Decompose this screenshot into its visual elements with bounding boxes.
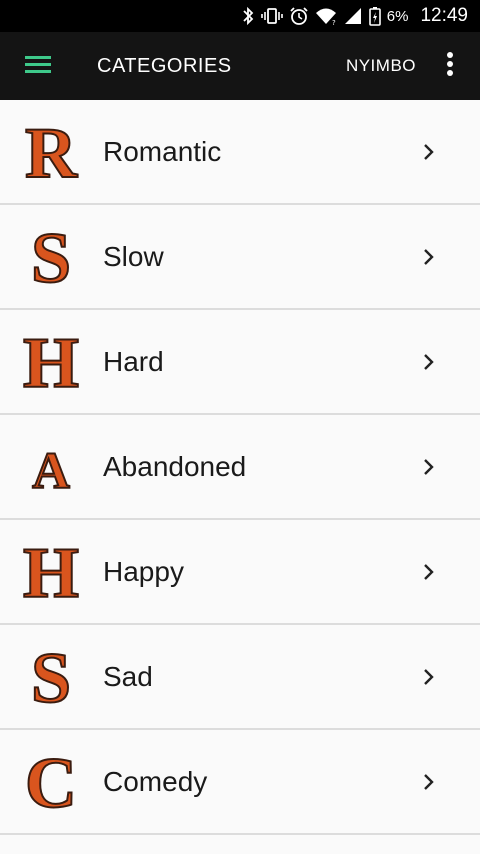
battery-charging-icon — [368, 6, 381, 26]
category-label: Sad — [103, 660, 153, 692]
signal-icon — [343, 6, 363, 26]
category-list: R Romantic S Slow H Hard A Abandoned H H… — [0, 100, 480, 835]
status-bar: ? 6% 12:49 — [0, 0, 480, 32]
letter-c-thumbnail: C — [16, 747, 86, 817]
letter-h-thumbnail: H — [16, 327, 86, 397]
battery-percent: 6% — [386, 7, 409, 25]
letter-r-thumbnail: R — [16, 117, 86, 187]
category-item-comedy[interactable]: C Comedy — [0, 730, 480, 835]
category-item-happy[interactable]: H Happy — [0, 520, 480, 625]
overflow-menu-button[interactable] — [430, 32, 470, 100]
app-bar: CATEGORIES NYIMBO — [0, 32, 480, 100]
chevron-right-icon — [414, 347, 444, 377]
svg-text:S: S — [31, 642, 71, 712]
category-label: Abandoned — [103, 450, 247, 482]
chevron-right-icon — [414, 137, 444, 167]
nyimbo-action-button[interactable]: NYIMBO — [346, 56, 416, 76]
category-label: Slow — [103, 240, 164, 272]
menu-button[interactable] — [0, 32, 76, 100]
chevron-right-icon — [414, 767, 444, 797]
wifi-icon: ? — [315, 6, 337, 26]
alarm-icon — [289, 6, 309, 26]
category-label: Happy — [103, 555, 184, 587]
clock: 12:49 — [420, 5, 468, 26]
category-item-romantic[interactable]: R Romantic — [0, 100, 480, 205]
page-title: CATEGORIES — [97, 54, 232, 77]
category-item-slow[interactable]: S Slow — [0, 205, 480, 310]
category-item-abandoned[interactable]: A Abandoned — [0, 415, 480, 520]
svg-text:?: ? — [332, 19, 336, 26]
letter-s-thumbnail: S — [16, 642, 86, 712]
chevron-right-icon — [414, 557, 444, 587]
letter-h-thumbnail: H — [16, 537, 86, 607]
category-label: Romantic — [103, 135, 222, 167]
letter-a-thumbnail: A — [16, 432, 86, 502]
more-vert-icon — [446, 51, 454, 82]
svg-text:A: A — [32, 443, 70, 500]
vibrate-icon — [260, 6, 283, 26]
category-item-hard[interactable]: H Hard — [0, 310, 480, 415]
svg-text:H: H — [23, 327, 79, 397]
svg-text:H: H — [23, 537, 79, 607]
chevron-right-icon — [414, 452, 444, 482]
hamburger-menu-icon — [25, 54, 51, 79]
svg-text:R: R — [25, 117, 78, 187]
category-label: Hard — [103, 345, 164, 377]
letter-s-thumbnail: S — [16, 222, 86, 292]
bluetooth-icon — [241, 6, 255, 26]
svg-text:C: C — [25, 747, 77, 817]
chevron-right-icon — [414, 662, 444, 692]
svg-text:S: S — [31, 222, 71, 292]
chevron-right-icon — [414, 242, 444, 272]
category-label: Comedy — [103, 765, 208, 797]
category-item-sad[interactable]: S Sad — [0, 625, 480, 730]
